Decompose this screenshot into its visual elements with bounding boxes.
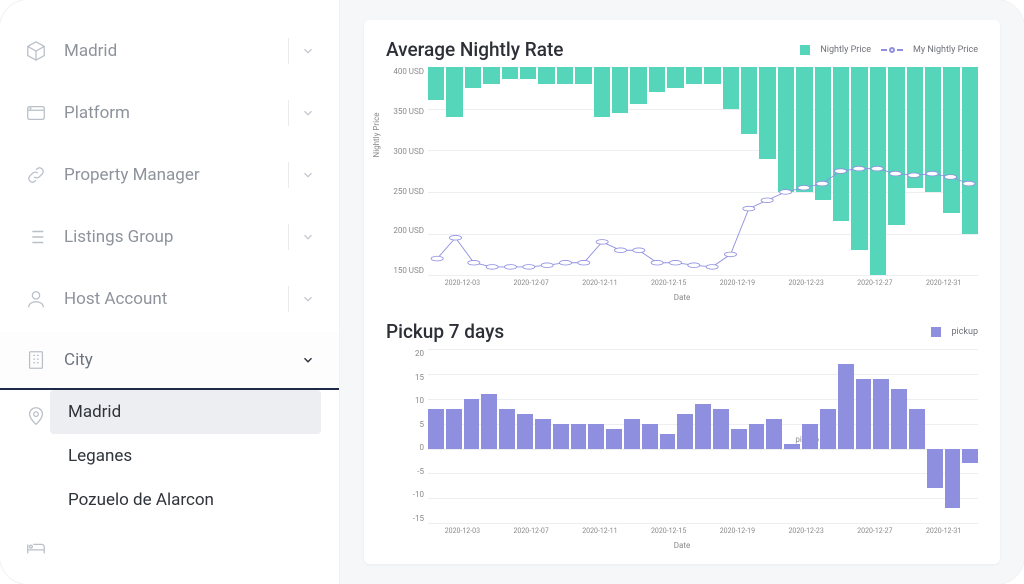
filters-sidebar: Madrid Platform Property Manager bbox=[0, 0, 340, 584]
city-option-label: Leganes bbox=[68, 446, 132, 466]
legend-label: My Nightly Price bbox=[913, 45, 978, 55]
pin-icon bbox=[24, 404, 48, 428]
filter-label: Platform bbox=[64, 103, 288, 123]
chart-legend: pickup bbox=[931, 327, 978, 337]
chevron-down-icon bbox=[301, 106, 315, 120]
chart-legend: Nightly Price My Nightly Price bbox=[800, 45, 978, 55]
city-option-leganes[interactable]: Leganes bbox=[64, 434, 339, 478]
filter-label: Property Manager bbox=[64, 165, 288, 185]
filter-label: Listings Group bbox=[64, 227, 288, 247]
filter-row-property-manager[interactable]: Property Manager bbox=[0, 146, 339, 204]
chart-title: Average Nightly Rate bbox=[386, 38, 800, 61]
window-icon bbox=[24, 101, 48, 125]
filter-row-host-account[interactable]: Host Account bbox=[0, 270, 339, 328]
chevron-down-icon bbox=[301, 44, 315, 58]
list-icon bbox=[24, 225, 48, 249]
person-icon bbox=[24, 287, 48, 311]
chevron-down-icon bbox=[301, 353, 315, 367]
filter-label: Host Account bbox=[64, 289, 288, 309]
city-option-madrid[interactable]: Madrid bbox=[50, 390, 321, 434]
app-frame: Madrid Platform Property Manager bbox=[0, 0, 1024, 584]
nightly-rate-plot: Nightly Price 400 USD350 USD300 USD250 U… bbox=[386, 67, 978, 293]
filter-row-listings-group[interactable]: Listings Group bbox=[0, 208, 339, 266]
y-axis: 400 USD350 USD300 USD250 USD200 USD150 U… bbox=[386, 67, 428, 275]
x-axis: 2020-12-032020-12-072020-12-112020-12-15… bbox=[428, 279, 978, 293]
legend-swatch-pickup bbox=[931, 327, 941, 337]
nightly-rate-chart: Average Nightly Rate Nightly Price My Ni… bbox=[386, 38, 978, 302]
chevron-down-icon bbox=[301, 230, 315, 244]
link-icon bbox=[24, 163, 48, 187]
filter-row-city[interactable]: City bbox=[0, 332, 339, 390]
city-dropdown: Madrid Leganes Pozuelo de Alarcon bbox=[0, 390, 339, 532]
main-panel: Average Nightly Rate Nightly Price My Ni… bbox=[340, 0, 1024, 584]
charts-card: Average Nightly Rate Nightly Price My Ni… bbox=[364, 20, 1000, 564]
bars-layer: pickup bbox=[428, 349, 978, 523]
city-option-label: Madrid bbox=[68, 402, 121, 422]
legend-label: pickup bbox=[951, 327, 978, 337]
legend-swatch-nightly bbox=[800, 45, 810, 55]
filter-label: Madrid bbox=[64, 41, 288, 61]
chevron-down-icon bbox=[301, 168, 315, 182]
filter-row-region[interactable]: Madrid bbox=[0, 22, 339, 80]
x-axis-label: Date bbox=[386, 541, 978, 550]
legend-swatch-my-nightly bbox=[881, 47, 903, 53]
bed-icon bbox=[24, 536, 48, 560]
pickup-chart: Pickup 7 days pickup 20151050-5-10-15 pi… bbox=[386, 320, 978, 550]
building-icon bbox=[24, 348, 48, 372]
chevron-down-icon bbox=[301, 292, 315, 306]
filter-row-platform[interactable]: Platform bbox=[0, 84, 339, 142]
chart-title: Pickup 7 days bbox=[386, 320, 931, 343]
filter-label: City bbox=[64, 350, 301, 370]
bars-layer bbox=[428, 67, 978, 275]
x-axis: 2020-12-032020-12-072020-12-112020-12-15… bbox=[428, 527, 978, 541]
city-option-pozuelo[interactable]: Pozuelo de Alarcon bbox=[64, 478, 339, 522]
cube-icon bbox=[24, 39, 48, 63]
city-option-label: Pozuelo de Alarcon bbox=[68, 490, 214, 510]
y-axis: 20151050-5-10-15 bbox=[386, 349, 428, 523]
x-axis-label: Date bbox=[386, 293, 978, 302]
y-axis-label: Nightly Price bbox=[372, 113, 381, 158]
legend-label: Nightly Price bbox=[820, 45, 871, 55]
pickup-plot: 20151050-5-10-15 pickup 2020-12-032020-1… bbox=[386, 349, 978, 541]
